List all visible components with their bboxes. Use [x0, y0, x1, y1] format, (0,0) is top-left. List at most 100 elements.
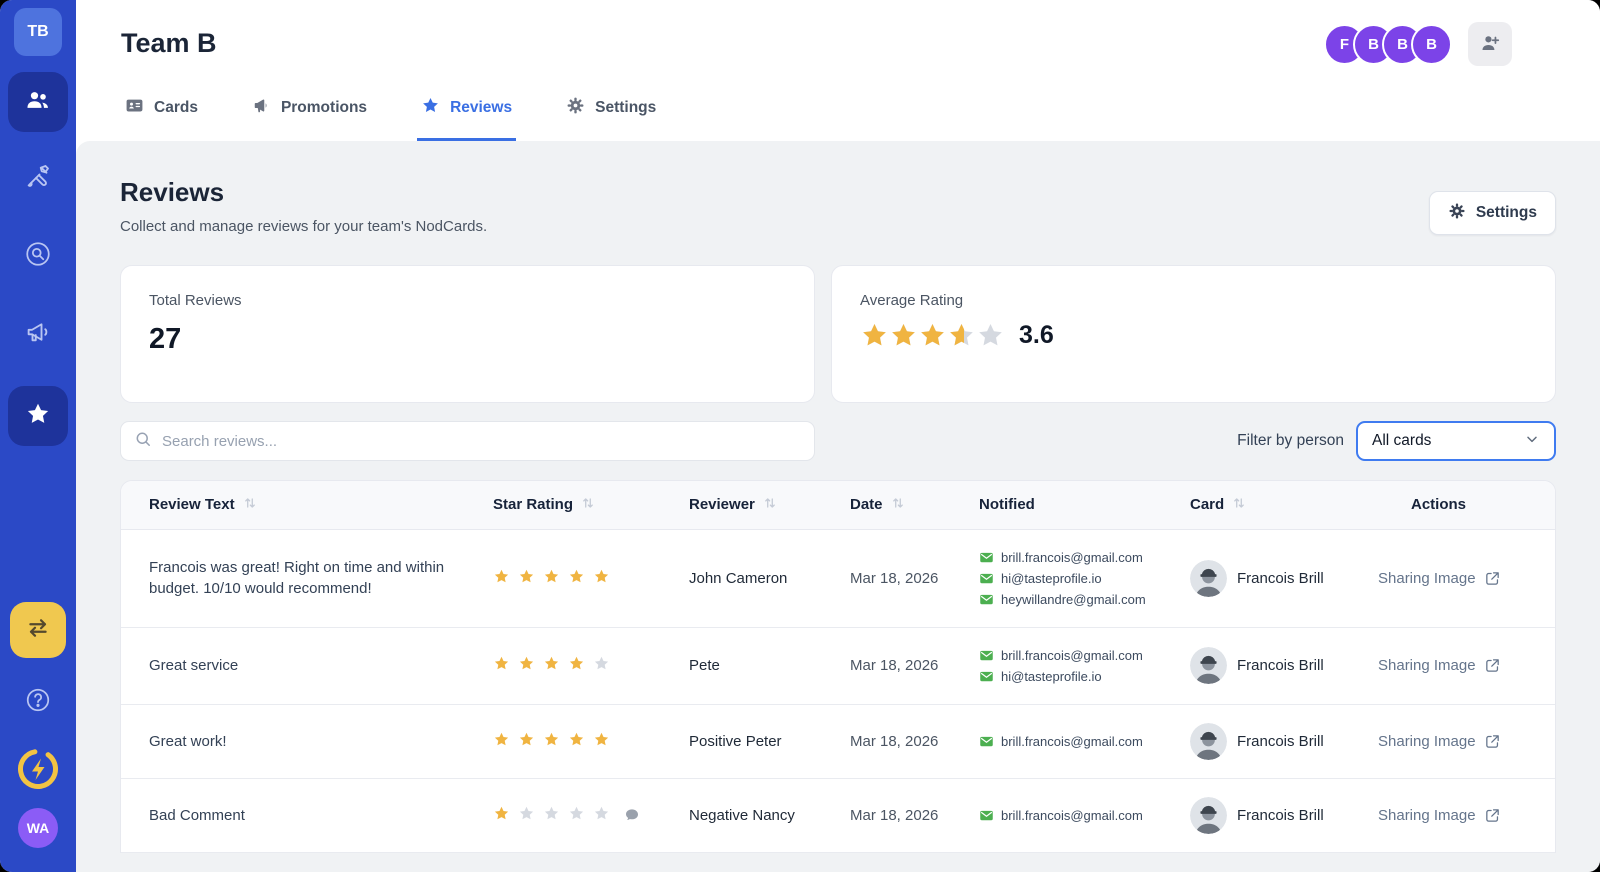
search-box	[120, 421, 815, 461]
card-cell: Francois Brill	[1190, 647, 1378, 684]
star-icon	[947, 321, 976, 350]
search-icon	[134, 430, 152, 453]
card-cell: Francois Brill	[1190, 722, 1378, 760]
column-header-review-text[interactable]: Review Text	[121, 481, 493, 530]
star-icon	[518, 568, 535, 589]
sidebar-item-discover[interactable]	[20, 238, 56, 274]
toolbar: Filter by person All cards	[120, 421, 1556, 461]
megaphone-icon	[23, 317, 53, 352]
sharing-image-link[interactable]: Sharing Image	[1378, 807, 1555, 824]
star-icon	[889, 321, 918, 350]
add-member-button[interactable]	[1468, 22, 1512, 66]
column-header-date[interactable]: Date	[850, 481, 979, 530]
sidebar-item-energy[interactable]	[15, 748, 61, 794]
page-head: Reviews Collect and manage reviews for y…	[120, 141, 1556, 235]
settings-button-label: Settings	[1475, 204, 1537, 221]
star-icon	[543, 655, 560, 676]
column-header-star-rating[interactable]: Star Rating	[493, 481, 689, 530]
page-subtitle: Collect and manage reviews for your team…	[120, 218, 488, 235]
notified-email: brill.francois@gmail.com	[979, 646, 1190, 665]
sidebar-item-help[interactable]	[22, 686, 54, 718]
card-cell: Francois Brill	[1190, 559, 1378, 597]
sharing-image-link[interactable]: Sharing Image	[1378, 733, 1555, 750]
star-icon	[568, 731, 585, 752]
gear-icon	[1448, 202, 1466, 225]
star-icon	[543, 805, 560, 826]
table-row: Bad Comment Negative Nancy Mar 18, 2026 bri…	[121, 778, 1555, 853]
header-right: F B B B	[1324, 22, 1512, 66]
reviews-settings-button[interactable]: Settings	[1428, 191, 1556, 235]
chevron-down-icon	[1524, 431, 1540, 452]
average-rating-value: 3.6	[1019, 321, 1054, 349]
card-avatar	[1190, 722, 1227, 760]
notified-email: heywillandre@gmail.com	[979, 590, 1190, 609]
star-icon	[568, 655, 585, 676]
member-avatar[interactable]: B	[1411, 23, 1452, 65]
stats-row: Total Reviews 27 Average Rating 3.6	[120, 265, 1556, 403]
notified-emails: brill.francois@gmail.com	[979, 806, 1190, 825]
workspace-avatar[interactable]: TB	[14, 8, 62, 56]
sidebar-item-reviews[interactable]	[8, 386, 68, 446]
tab-cards[interactable]: Cards	[121, 82, 202, 141]
sort-icon	[1232, 496, 1246, 514]
lightning-bolt-icon	[15, 746, 61, 797]
review-date: Mar 18, 2026	[850, 806, 939, 824]
sidebar-item-tools[interactable]	[20, 160, 56, 196]
envelope-icon	[979, 592, 994, 607]
star-icon	[518, 805, 535, 826]
review-date: Mar 18, 2026	[850, 732, 939, 750]
app-window: TB WA Team B Cards Promotions Reviews Se…	[0, 0, 1600, 872]
table-row: Great service Pete Mar 18, 2026 brill.franc…	[121, 627, 1555, 705]
star-icon	[593, 805, 610, 826]
sidebar-item-promotions[interactable]	[20, 316, 56, 352]
notified-emails: brill.francois@gmail.com hi@tasteprofile.…	[979, 646, 1190, 686]
comment-bubble-icon	[624, 807, 640, 823]
sort-icon	[763, 496, 777, 514]
star-icon	[976, 321, 1005, 350]
row-star-rating	[493, 655, 689, 676]
average-rating-stars	[860, 321, 1005, 350]
total-reviews-card: Total Reviews 27	[120, 265, 815, 403]
team-people-icon	[24, 86, 52, 119]
star-icon	[593, 731, 610, 752]
star-icon	[918, 321, 947, 350]
notified-emails: brill.francois@gmail.com	[979, 732, 1190, 751]
external-link-icon	[1484, 807, 1501, 824]
external-link-icon	[1484, 733, 1501, 750]
user-avatar[interactable]: WA	[18, 808, 58, 848]
tab-settings-label: Settings	[595, 99, 657, 116]
tab-promotions[interactable]: Promotions	[248, 82, 371, 141]
filter-select[interactable]: All cards	[1356, 421, 1556, 461]
sidebar-item-switch[interactable]	[10, 602, 66, 658]
row-star-rating	[493, 805, 689, 826]
card-avatar	[1190, 796, 1227, 834]
sharing-image-link[interactable]: Sharing Image	[1378, 570, 1555, 587]
review-date: Mar 18, 2026	[850, 569, 939, 587]
reviews-table-body: Francois was great! Right on time and wi…	[121, 529, 1555, 853]
review-text: Great service	[149, 657, 239, 674]
star-icon	[543, 731, 560, 752]
reviewer-name: John Cameron	[689, 569, 788, 587]
reviewer-name: Positive Peter	[689, 732, 782, 750]
search-input[interactable]	[162, 432, 801, 450]
card-name: Francois Brill	[1237, 732, 1324, 750]
star-icon	[593, 568, 610, 589]
sharing-image-link[interactable]: Sharing Image	[1378, 657, 1555, 674]
envelope-icon	[979, 808, 994, 823]
average-rating-label: Average Rating	[860, 292, 964, 309]
star-icon	[568, 805, 585, 826]
megaphone-icon	[252, 96, 271, 120]
reviews-table: Review Text Star Rating Reviewer Date No…	[121, 481, 1555, 853]
card-name: Francois Brill	[1237, 806, 1324, 824]
tab-promotions-label: Promotions	[280, 99, 368, 116]
team-title: Team B	[121, 28, 217, 58]
column-header-reviewer[interactable]: Reviewer	[689, 481, 850, 530]
tab-settings[interactable]: Settings	[562, 82, 660, 141]
tab-reviews[interactable]: Reviews	[417, 82, 517, 141]
star-icon	[493, 805, 510, 826]
column-header-card[interactable]: Card	[1190, 481, 1378, 530]
sidebar-item-team[interactable]	[8, 72, 68, 132]
tab-reviews-label: Reviews	[450, 99, 513, 116]
reviews-table-card: Review Text Star Rating Reviewer Date No…	[120, 480, 1556, 853]
notified-email: brill.francois@gmail.com	[979, 806, 1190, 825]
